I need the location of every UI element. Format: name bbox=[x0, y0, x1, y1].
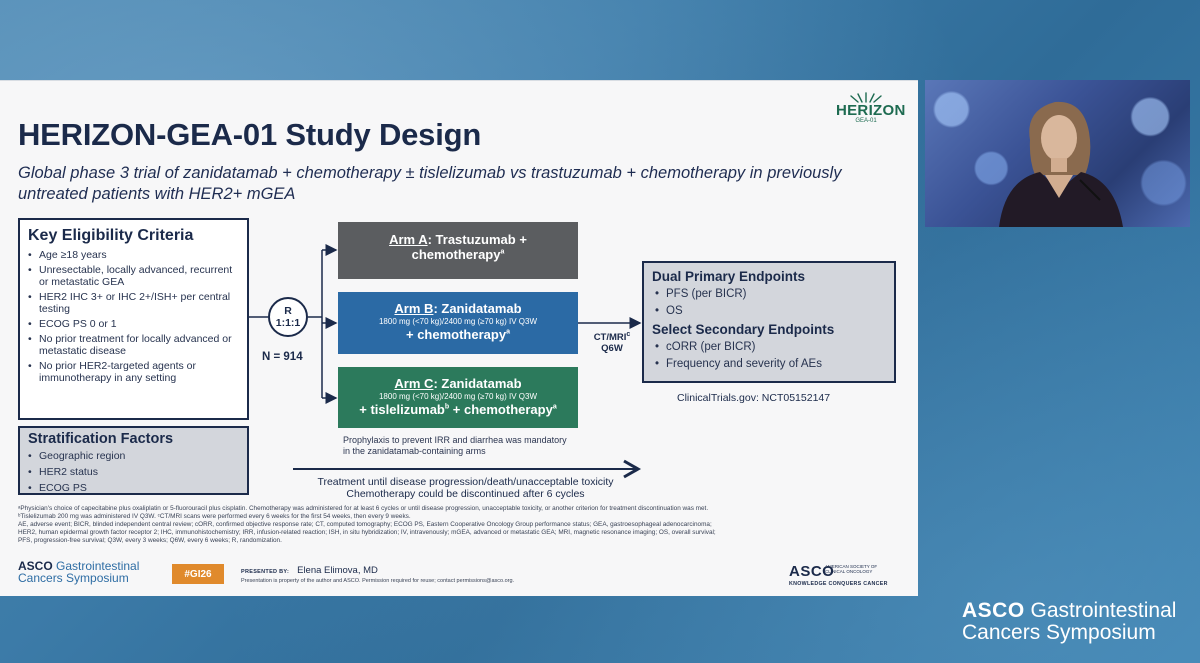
asco-kcc-logo-society: AMERICAN SOCIETY OF CLINICAL ONCOLOGY bbox=[825, 564, 878, 574]
primary-endpoints-list: PFS (per BICR) OS bbox=[652, 287, 886, 318]
speaker-figure bbox=[999, 101, 1123, 227]
footnote-line: HER2, human epidermal growth factor rece… bbox=[18, 529, 716, 536]
hashtag-badge: #GI26 bbox=[172, 564, 224, 584]
arm-c-line2b: + chemotherapy bbox=[449, 402, 553, 417]
treatment-note-line2: Chemotherapy could be discontinued after… bbox=[346, 488, 585, 500]
presented-by-label: PRESENTED BY: bbox=[241, 569, 290, 575]
imaging-label: CT/MRI bbox=[593, 332, 627, 343]
randomization-letter: R bbox=[284, 305, 292, 317]
asco-gi-logo-line2: Cancers Symposium bbox=[18, 571, 129, 585]
arm-c-footnote-a: a bbox=[552, 403, 557, 411]
primary-endpoint: OS bbox=[655, 304, 886, 318]
speaker-video bbox=[925, 80, 1190, 227]
endpoints-box: Dual Primary Endpoints PFS (per BICR) OS… bbox=[642, 261, 896, 383]
arm-b-box: Arm B: Zanidatamab 1800 mg (<70 kg)/2400… bbox=[338, 292, 578, 354]
sample-size: N = 914 bbox=[262, 351, 303, 363]
randomization-ratio: 1:1:1 bbox=[275, 317, 301, 329]
arm-a-name: Arm A bbox=[389, 232, 428, 247]
primary-endpoint: PFS (per BICR) bbox=[655, 287, 886, 301]
asco-kcc-logo: ASCO AMERICAN SOCIETY OF CLINICAL ONCOLO… bbox=[789, 563, 899, 587]
arm-a-line2: chemotherapy bbox=[411, 247, 501, 262]
footnotes: ᵃPhysician's choice of capecitabine plus… bbox=[18, 505, 898, 545]
arm-b-drug: : Zanidatamab bbox=[433, 301, 522, 316]
arm-b-line2: + chemotherapy bbox=[406, 327, 507, 342]
arm-c-dose: 1800 mg (<70 kg)/2400 mg (≥70 kg) IV Q3W bbox=[378, 392, 538, 401]
presenter-name: Elena Elimova, MD bbox=[297, 565, 378, 576]
watermark-asco: ASCO bbox=[962, 599, 1025, 622]
secondary-endpoint: cORR (per BICR) bbox=[655, 340, 886, 354]
secondary-endpoints-heading: Select Secondary Endpoints bbox=[652, 322, 835, 337]
prophylaxis-note: Prophylaxis to prevent IRR and diarrhea … bbox=[343, 435, 567, 456]
footnote-line: AE, adverse event; BICR, blinded indepen… bbox=[18, 521, 712, 528]
arm-a-box: Arm A: Trastuzumab + chemotherapya bbox=[338, 222, 578, 279]
imaging-frequency: Q6W bbox=[601, 343, 623, 354]
arm-a-drug: : Trastuzumab + bbox=[427, 232, 527, 247]
secondary-endpoints-list: cORR (per BICR) Frequency and severity o… bbox=[652, 340, 886, 371]
treatment-note-line1: Treatment until disease progression/deat… bbox=[317, 476, 614, 488]
secondary-endpoint: Frequency and severity of AEs bbox=[655, 357, 886, 371]
asco-kcc-logo-tagline: KNOWLEDGE CONQUERS CANCER bbox=[789, 581, 888, 587]
treatment-duration-note: Treatment until disease progression/deat… bbox=[293, 476, 638, 500]
arm-c-line2a: + tislelizumab bbox=[359, 402, 445, 417]
arm-c-drug: : Zanidatamab bbox=[433, 376, 522, 391]
primary-endpoints-heading: Dual Primary Endpoints bbox=[652, 269, 806, 284]
arm-b-name: Arm B bbox=[394, 301, 434, 316]
presentation-slide: HERIZON GEA-01 HERIZON-GEA-01 Study Desi… bbox=[0, 80, 918, 596]
asco-gi-watermark: ASCO Gastrointestinal Cancers Symposium bbox=[962, 600, 1176, 644]
footnote-line: PFS, progression-free survival; Q3W, eve… bbox=[18, 537, 282, 544]
imaging-footnote: c bbox=[626, 330, 631, 338]
arm-c-box: Arm C: Zanidatamab 1800 mg (<70 kg)/2400… bbox=[338, 367, 578, 428]
randomization-circle: R 1:1:1 bbox=[268, 297, 308, 337]
arm-b-footnote: a bbox=[506, 328, 510, 336]
watermark-line2: Cancers Symposium bbox=[962, 621, 1156, 644]
watermark-line1: Gastrointestinal bbox=[1030, 599, 1177, 622]
presented-by: PRESENTED BY: Elena Elimova, MD bbox=[241, 565, 378, 576]
clinicaltrials-id: ClinicalTrials.gov: NCT05152147 bbox=[677, 392, 831, 404]
asco-gi-logo: ASCO Gastrointestinal Cancers Symposium bbox=[18, 560, 139, 584]
imaging-schedule: CT/MRIc Q6W bbox=[584, 330, 640, 354]
footnote-line: ᵇTislelizumab 200 mg was administered IV… bbox=[18, 513, 411, 520]
arm-a-footnote: a bbox=[500, 248, 505, 256]
arm-c-name: Arm C bbox=[394, 376, 434, 391]
arm-b-dose: 1800 mg (<70 kg)/2400 mg (≥70 kg) IV Q3W bbox=[378, 317, 538, 326]
copyright-note: Presentation is property of the author a… bbox=[241, 578, 515, 584]
footnote-line: ᵃPhysician's choice of capecitabine plus… bbox=[18, 505, 709, 512]
